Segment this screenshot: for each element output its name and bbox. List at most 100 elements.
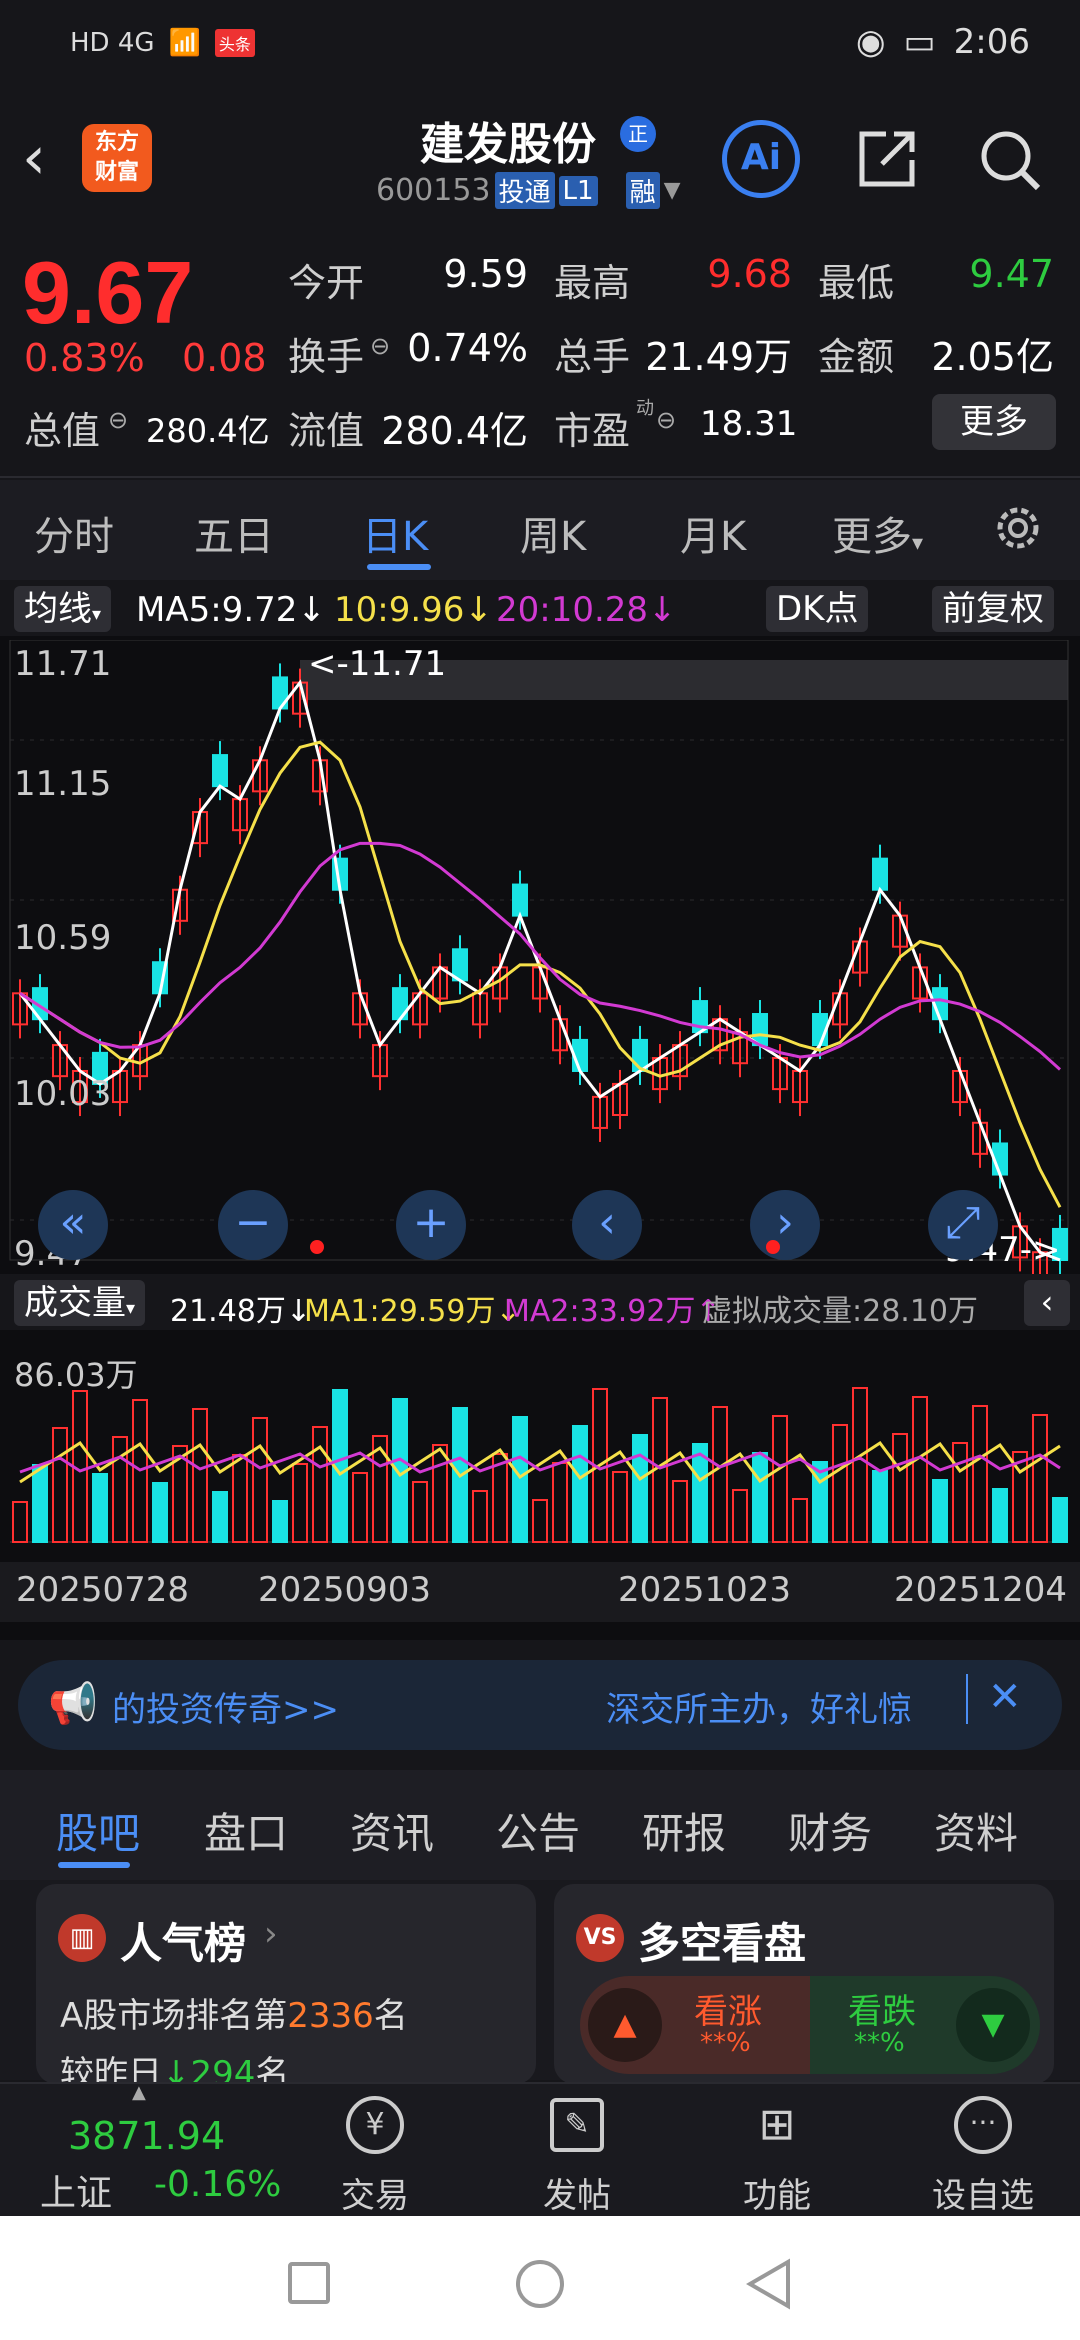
volume-bar xyxy=(992,1488,1008,1543)
cards-row: ▥ 人气榜 › A股市场排名第2336名 较昨日↓294名 VS 多空看盘 ▲ … xyxy=(0,1880,1080,2094)
tab-intraday[interactable]: 分时 xyxy=(34,504,114,562)
info-icon[interactable]: ⊖ xyxy=(656,406,676,434)
index-percent: -0.16% xyxy=(154,2164,282,2205)
popularity-card[interactable]: ▥ 人气榜 › A股市场排名第2336名 较昨日↓294名 xyxy=(36,1884,536,2094)
candle xyxy=(512,883,528,917)
tab-profile[interactable]: 资料 xyxy=(934,1800,1018,1861)
recent-apps-icon[interactable] xyxy=(288,2262,330,2304)
fast-back-button[interactable]: « xyxy=(38,1190,108,1260)
zoom-out-button[interactable]: − xyxy=(218,1190,288,1260)
tab-weekly-k[interactable]: 周K xyxy=(520,504,586,562)
next-button[interactable]: › xyxy=(750,1190,820,1260)
prev-button[interactable]: ‹ xyxy=(572,1190,642,1260)
open-label: 今开 xyxy=(288,261,365,305)
zoom-in-button[interactable]: + xyxy=(396,1190,466,1260)
volume-max-label: 86.03万 xyxy=(14,1356,138,1394)
date-label: 20250728 xyxy=(16,1570,190,1610)
change-amount: 0.08 xyxy=(182,336,267,380)
gear-icon[interactable] xyxy=(990,500,1046,556)
add-watchlist-button[interactable]: ··· 设自选 xyxy=(918,2094,1048,2216)
candle xyxy=(872,857,888,891)
date-label: 20251023 xyxy=(618,1570,792,1610)
ai-button[interactable]: Ai xyxy=(722,120,800,198)
banner-text-right: 深交所主办，好礼惊 xyxy=(606,1690,912,1730)
search-icon[interactable] xyxy=(974,124,1044,194)
volume-value: 21.49万 xyxy=(645,335,792,379)
bull-bear-card[interactable]: VS 多空看盘 ▲ 看涨 **% 看跌 **% ▼ xyxy=(554,1884,1054,2084)
stock-header: ‹ 东方 财富 建发股份 正 600153 投通 L1 融 ▼ Ai xyxy=(0,90,1080,220)
back-icon[interactable]: ‹ xyxy=(22,128,46,188)
volume-bar xyxy=(632,1434,648,1543)
yen-icon: ¥ xyxy=(346,2096,404,2154)
virtual-volume: 虚拟成交量:28.10万 xyxy=(702,1294,978,1329)
volume-indicator-bar: 成交量▾ 21.48万↓ MA1:29.59万↓ MA2:33.92万↑ 虚拟成… xyxy=(0,1274,1080,1330)
tab-announcements[interactable]: 公告 xyxy=(496,1800,580,1861)
more-dots-icon: ··· xyxy=(954,2096,1012,2154)
volume-bar xyxy=(932,1479,948,1543)
tab-daily-k[interactable]: 日K xyxy=(362,504,428,562)
tag-toutong: 投通 xyxy=(494,172,555,209)
kline-chart-area[interactable]: 均线▾ MA5:9.72↓ 10:9.96↓ 20:10.28↓ DK点 前复权… xyxy=(0,580,1080,1640)
volume-selector[interactable]: 成交量▾ xyxy=(14,1280,146,1326)
tab-monthly-k[interactable]: 月K xyxy=(680,504,746,562)
pe-label[interactable]: 市盈 xyxy=(554,400,630,455)
trade-label: 交易 xyxy=(341,2176,409,2216)
adjust-button[interactable]: 前复权 xyxy=(932,586,1054,632)
ma5-value: MA5:9.72↓ xyxy=(136,590,326,630)
mktcap-value: 280.4亿 xyxy=(146,412,270,450)
function-button[interactable]: ⊞ 功能 xyxy=(722,2094,832,2216)
more-button[interactable]: 更多 xyxy=(932,394,1056,450)
post-label: 发帖 xyxy=(543,2176,611,2216)
volume-bar xyxy=(152,1482,168,1543)
volume-bar xyxy=(92,1473,108,1543)
fullscreen-button[interactable]: ⤢ xyxy=(928,1190,998,1260)
volume-bar xyxy=(792,1498,808,1543)
tab-more[interactable]: 更多▾ xyxy=(832,504,923,562)
tab-five-day[interactable]: 五日 xyxy=(194,504,274,562)
tab-pankou[interactable]: 盘口 xyxy=(204,1800,288,1861)
volume-ma1: MA1:29.59万↓ xyxy=(304,1294,521,1329)
trade-button[interactable]: ¥ 交易 xyxy=(320,2094,430,2216)
back-nav-icon[interactable] xyxy=(744,2258,794,2310)
volume-chart[interactable] xyxy=(0,1332,1080,1562)
mktcap-label[interactable]: 总值 xyxy=(24,400,100,455)
bullish-button[interactable]: ▲ 看涨 **% xyxy=(580,1976,810,2074)
candlestick-chart[interactable] xyxy=(0,640,1080,1300)
volume-bar xyxy=(892,1433,908,1543)
close-icon[interactable]: ✕ xyxy=(966,1674,1022,1724)
stock-code-row: 600153 投通 L1 融 ▼ xyxy=(376,172,681,209)
bearish-button[interactable]: 看跌 **% ▼ xyxy=(810,1976,1040,2074)
volume-bar xyxy=(32,1464,48,1543)
share-icon[interactable] xyxy=(852,124,922,194)
chart-icon: ▥ xyxy=(58,1914,106,1962)
collapse-icon[interactable]: ‹ xyxy=(1024,1280,1070,1326)
low-label: 最低 xyxy=(818,261,895,305)
add-watchlist-label: 设自选 xyxy=(932,2176,1034,2216)
info-icon[interactable]: ⊖ xyxy=(370,332,390,360)
divider xyxy=(0,476,1080,478)
volume-bar xyxy=(52,1427,68,1543)
volume-ma2: MA2:33.92万↑ xyxy=(504,1294,721,1329)
post-button[interactable]: ✎ 发帖 xyxy=(522,2094,632,2216)
info-icon[interactable]: ⊖ xyxy=(108,406,128,434)
volume-bar xyxy=(272,1500,288,1543)
index-value: 3871.94 xyxy=(68,2114,226,2158)
news-badge: 头条 xyxy=(214,29,255,57)
float-cap-value: 280.4亿 xyxy=(381,409,528,453)
clock: 2:06 xyxy=(953,22,1030,62)
chevron-down-icon[interactable]: ▼ xyxy=(664,178,681,203)
tab-news[interactable]: 资讯 xyxy=(350,1800,434,1861)
index-ticker[interactable]: ▲ 3871.94 上证 -0.16% xyxy=(0,2082,290,2218)
tab-research[interactable]: 研报 xyxy=(642,1800,726,1861)
tab-finance[interactable]: 财务 xyxy=(788,1800,872,1861)
dk-button[interactable]: DK点 xyxy=(766,586,869,632)
ma-selector[interactable]: 均线▾ xyxy=(14,586,112,632)
turnover-label[interactable]: 换手 xyxy=(288,326,364,381)
volume-bar xyxy=(352,1472,368,1543)
tab-guba[interactable]: 股吧 xyxy=(56,1800,140,1861)
promo-banner[interactable]: 📢 的投资传奇>> 深交所主办，好礼惊 ✕ xyxy=(18,1660,1062,1750)
home-icon[interactable] xyxy=(516,2260,564,2308)
event-dot xyxy=(766,1240,780,1254)
volume-bar xyxy=(192,1408,208,1543)
status-left: HD 4G 📶 头条 xyxy=(70,28,255,58)
